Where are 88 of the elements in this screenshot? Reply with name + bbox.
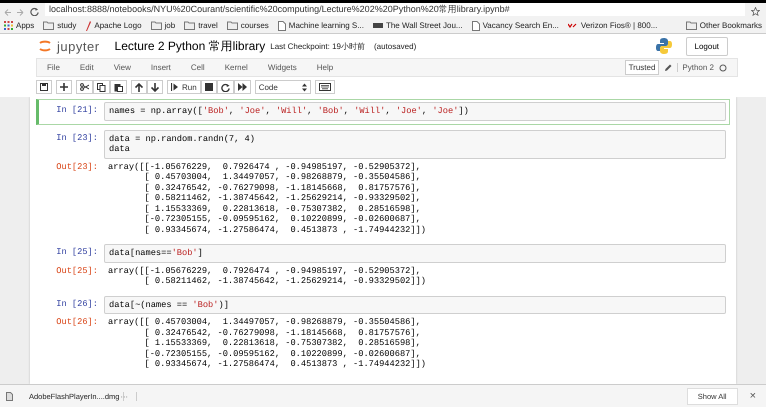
folder-icon (686, 21, 697, 30)
notebook-cell[interactable]: In [25]: data[names=='Bob'] Out[25]: array([[-1.05676229, 0.7926474 , -0.94985197, -0.52905372], [ 0.58211462, -1.38745642, -1.25629214, -0.93329502]]) (36, 241, 730, 290)
star-icon[interactable] (751, 7, 760, 16)
paste-button[interactable] (110, 80, 127, 94)
plus-icon (60, 83, 68, 91)
bookmark[interactable]: study (43, 21, 76, 30)
output-prompt: Out[26]: (55, 317, 99, 328)
menu-item[interactable]: Cell (190, 63, 205, 72)
file-icon (6, 392, 13, 400)
folder-icon (184, 21, 196, 30)
menu-item[interactable]: Kernel (224, 63, 248, 72)
code-input[interactable]: data[names=='Bob'] (104, 244, 726, 262)
bookmark[interactable]: Apps (4, 21, 34, 30)
output-prompt: Out[25]: (55, 266, 99, 276)
notebook-cell[interactable]: In [21]: names = np.array(['Bob', 'Joe', 'Will', 'Bob', 'Will', 'Joe', 'Joe']) (36, 99, 730, 124)
move-up-button[interactable] (131, 80, 147, 94)
folder-icon (226, 21, 238, 30)
trusted-badge[interactable]: Trusted (624, 60, 660, 75)
code-output: array([[-1.05676229, 0.7926474 , -0.94985197, -0.52905372], [ 0.58211462, -1.38745642, -1.25629214, -0.93329502]]) (107, 266, 428, 286)
logout-button[interactable]: Logout (686, 36, 728, 56)
bookmark[interactable]: travel (184, 21, 218, 30)
keyboard-icon (318, 83, 331, 91)
output-prompt: Out[23]: (55, 162, 99, 172)
close-button[interactable]: × (746, 390, 760, 402)
bookmark[interactable]: The Wall Street Jou... (372, 21, 463, 30)
folder-icon (43, 21, 54, 30)
restart-button[interactable] (216, 80, 234, 94)
code-input[interactable]: data[~(names == 'Bob')] (104, 296, 726, 314)
fast-forward-icon (238, 83, 247, 91)
notebook-title[interactable]: Lecture 2 Python 常用library (114, 38, 266, 54)
feather-icon (85, 20, 92, 30)
page-icon (278, 20, 286, 30)
input-prompt: In [25]: (55, 246, 99, 258)
stop-button[interactable] (200, 80, 217, 94)
cut-button[interactable] (76, 80, 93, 94)
checkpoint-text: Last Checkpoint: 19小时前 (270, 40, 365, 52)
menu-item[interactable]: File (47, 63, 60, 72)
input-prompt: In [26]: (55, 298, 99, 309)
logo-text[interactable]: jupyter (57, 38, 100, 54)
paste-icon (114, 82, 123, 92)
stop-icon (204, 83, 213, 91)
scissors-icon (80, 83, 89, 91)
input-prompt: In [21]: (55, 104, 99, 116)
code-output: array([[-1.05676229, 0.7926474 , -0.94985197, -0.52905372], [ 0.45703004, 1.34497057, -0.98268879, -0.35504586], [ 0.32476542, -0.76279098, -1.18145668, 0.81757576], [ 0.58211462, -1.38745642, -1.25629214, -0.93329502], [ 1.15533369, 0.22813618, -0.75307382, 0.28516598], [-0.72305155, -0.09595162, 0.10220899, -0.02600687], [ 0.93345674, -1.27586474, 0.4513873 , -1.74944232]]) (107, 162, 428, 235)
kernel-name[interactable]: Python 2 (677, 63, 714, 72)
bookmark[interactable]: courses (226, 21, 269, 30)
pencil-icon[interactable] (664, 64, 672, 72)
code-output: array([[ 0.45703004, 1.34497057, -0.98268879, -0.35504586], [ 0.32476542, -0.76279098, -1.18145668, 0.81757576], [ 1.15533369, 0.22813618, -0.75307382, 0.28516598], [-0.72305155, -0.09595162, 0.10220899, -0.02600687], [ 0.93345674, -1.27586474, 0.4513873 , -1.74944232]]) (107, 317, 428, 370)
save-button[interactable] (36, 80, 52, 94)
bookmark[interactable]: job (150, 21, 176, 30)
autosave-status: (autosaved) (374, 42, 416, 50)
arrow-up-icon (135, 82, 143, 92)
favicon-icon (372, 23, 383, 28)
run-button[interactable]: Run (167, 80, 201, 94)
address-field[interactable]: localhost:8888/notebooks/NYU%20Courant/scientific%20computing/Lecture%202%20Python%20常用library.ipynb# (45, 3, 745, 16)
apps-grid-icon (4, 21, 13, 30)
move-down-button[interactable] (147, 80, 163, 94)
page-icon (472, 20, 480, 30)
bookmark[interactable]: Verizon Fios® | 800... (568, 21, 658, 30)
save-icon (40, 83, 48, 91)
copy-button[interactable] (93, 80, 110, 94)
dropdown-arrows-icon (302, 82, 307, 92)
menu-item[interactable]: Widgets (268, 63, 297, 72)
snake-logo-icon (654, 37, 673, 55)
bookmark[interactable]: Other Bookmarks (686, 21, 762, 30)
add-cell-button[interactable] (56, 80, 72, 94)
cell-type-dropdown[interactable]: Code (254, 80, 311, 94)
bookmark[interactable]: Vacancy Search En... (472, 20, 559, 30)
folder-icon (150, 21, 162, 30)
copy-icon (97, 82, 106, 92)
code-input[interactable]: data = np.random.randn(7, 4) data (104, 130, 726, 158)
menu-item[interactable]: View (114, 63, 131, 72)
run-icon (171, 83, 179, 91)
reload-icon[interactable] (30, 7, 39, 16)
favicon-icon (568, 23, 578, 28)
logo-icon[interactable] (38, 38, 52, 54)
keyboard-button[interactable] (314, 80, 335, 94)
menu-item[interactable]: Insert (150, 63, 171, 72)
bookmark[interactable]: Apache Logo (85, 20, 142, 30)
bookmark[interactable]: Machine learning S... (278, 20, 364, 30)
code-input[interactable]: names = np.array(['Bob', 'Joe', 'Will', 'Bob', 'Will', 'Joe', 'Joe']) (104, 102, 726, 120)
menu-item[interactable]: Edit (80, 63, 94, 72)
arrow-down-icon (151, 82, 159, 92)
restart-icon (220, 82, 230, 92)
input-prompt: In [23]: (55, 132, 99, 143)
menu-item[interactable]: Help (316, 63, 334, 72)
fast-forward-button[interactable] (234, 80, 251, 94)
kernel-status-icon (719, 64, 727, 72)
